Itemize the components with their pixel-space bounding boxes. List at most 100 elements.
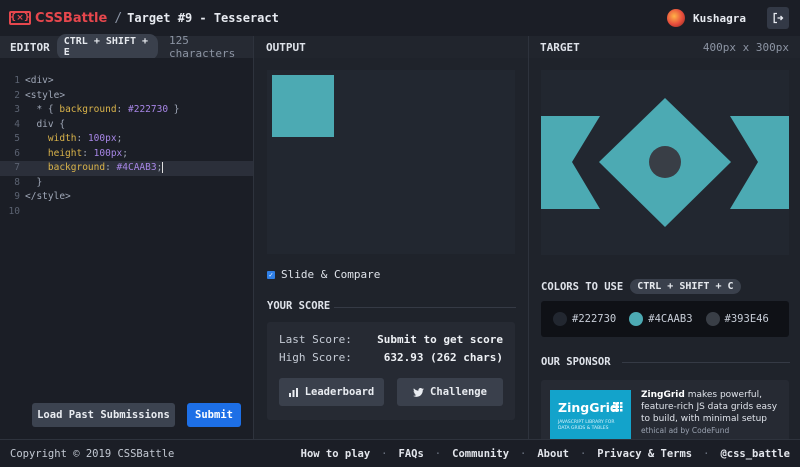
code-token: 100px: [93, 147, 123, 159]
code-token: :: [105, 162, 117, 173]
code-line[interactable]: 8 }: [0, 176, 253, 191]
target-preview: [541, 70, 789, 255]
code-token: #222730: [128, 104, 169, 115]
code-line[interactable]: 4 div {: [0, 118, 253, 133]
color-swatch: [629, 312, 644, 326]
code-token: ;: [122, 147, 129, 159]
title-separator: /: [114, 10, 123, 26]
logout-icon: [773, 12, 784, 24]
page-title: Target #9 - Tesseract: [127, 11, 279, 25]
high-score-label: High Score:: [279, 351, 352, 364]
divider: [334, 307, 516, 308]
avatar: [667, 9, 686, 27]
code-token: background: [47, 162, 106, 173]
text-cursor: [162, 162, 164, 173]
sponsor-card[interactable]: ZingGrid JAVASCRIPT LIBRARY FOR DATA GRI…: [541, 380, 789, 439]
submit-button[interactable]: Submit: [187, 403, 241, 427]
code-token: #4CAAB3: [116, 162, 157, 173]
color-swatch-item[interactable]: #4CAAB3: [629, 312, 693, 326]
divider: [622, 362, 790, 363]
bar-chart-icon: [288, 387, 299, 397]
load-past-submissions-button[interactable]: Load Past Submissions: [32, 403, 175, 427]
colors-shortcut-badge: CTRL + SHIFT + C: [630, 279, 741, 294]
editor-header: EDITOR CTRL + SHIFT + E 125 characters: [0, 34, 253, 60]
color-swatch-item[interactable]: #222730: [553, 312, 616, 326]
colors-title-label: COLORS TO USE: [541, 280, 624, 293]
line-number: 10: [8, 205, 20, 217]
sponsor-name[interactable]: ZingGrid: [641, 390, 685, 400]
sponsor-title: OUR SPONSOR: [541, 356, 611, 368]
target-title: TARGET: [540, 40, 580, 54]
target-circle: [649, 146, 681, 178]
code-token: height: [47, 147, 83, 159]
leaderboard-label: Leaderboard: [304, 386, 375, 398]
color-swatch-label: #222730: [572, 313, 617, 325]
code-line[interactable]: 5 width: 100px;: [0, 132, 253, 147]
code-line[interactable]: 1 <div>: [0, 74, 253, 89]
code-line[interactable]: 10: [0, 205, 253, 220]
footer-link-community[interactable]: Community: [452, 448, 509, 460]
logo-text: CSSBattle: [35, 10, 108, 26]
footer-separator: ·: [381, 447, 388, 460]
code-token: }: [168, 104, 180, 115]
code-line[interactable]: 7 background: #4CAAB3;: [0, 161, 253, 176]
code-line[interactable]: 3 * { background: #222730 }: [0, 103, 253, 118]
user-menu[interactable]: Kushagra: [667, 9, 746, 27]
logout-button[interactable]: [767, 7, 789, 29]
code-token: div {: [36, 118, 66, 130]
leaderboard-button[interactable]: Leaderboard: [279, 378, 384, 406]
color-swatch: [705, 312, 720, 326]
code-line[interactable]: 2 <style>: [0, 89, 253, 104]
code-token: :: [116, 104, 128, 115]
copyright: Copyright © 2019 CSSBattle: [10, 447, 175, 460]
output-preview[interactable]: [267, 70, 515, 254]
sponsor-logo-text: ZingGrid: [558, 400, 619, 415]
slide-compare-label: Slide & Compare: [281, 268, 381, 281]
slide-compare-toggle[interactable]: ✓ Slide & Compare: [267, 268, 380, 281]
line-number: 6: [14, 147, 20, 159]
footer-link-about[interactable]: About: [537, 448, 569, 460]
footer-link-how-to-play[interactable]: How to play: [301, 448, 371, 460]
footer-link-faqs[interactable]: FAQs: [399, 448, 424, 460]
cssbattle-logo[interactable]: {×} CSSBattle: [9, 11, 107, 26]
footer-link-privacy-terms[interactable]: Privacy & Terms: [597, 448, 692, 460]
output-header: OUTPUT: [254, 36, 528, 58]
sponsor-banner-subtitle: JAVASCRIPT LIBRARY FOR DATA GRIDS & TABL…: [558, 420, 615, 431]
score-card: Last Score: Submit to get score High Sco…: [267, 322, 515, 420]
grid-icon: [613, 402, 623, 412]
code-token: 100px: [87, 133, 117, 144]
sponsor-banner[interactable]: ZingGrid JAVASCRIPT LIBRARY FOR DATA GRI…: [550, 390, 631, 439]
code-token: </style>: [25, 191, 71, 202]
code-token: * {: [36, 104, 60, 115]
code-token: background: [59, 104, 117, 115]
editor-shortcut-badge: CTRL + SHIFT + E: [56, 34, 159, 60]
slide-compare-checkbox[interactable]: ✓: [267, 270, 275, 279]
line-number: 7: [14, 162, 20, 173]
code-line[interactable]: 6 height: 100px;: [0, 147, 253, 162]
line-number: 3: [14, 104, 20, 115]
line-number: 1: [14, 75, 20, 86]
high-score-row: High Score: 632.93 (262 chars): [279, 351, 503, 364]
code-line[interactable]: 9 </style>: [0, 190, 253, 205]
code-token: <style>: [25, 89, 66, 101]
footer-separator: ·: [703, 447, 710, 460]
footer-links: How to play · FAQs · Community · About ·…: [301, 448, 790, 460]
footer-separator: ·: [434, 447, 442, 460]
footer-link-twitter[interactable]: @css_battle: [720, 448, 790, 460]
challenge-button[interactable]: Challenge: [397, 378, 503, 406]
color-swatch-label: #393E46: [724, 313, 769, 325]
code-token: <div>: [25, 75, 54, 86]
footer-separator: ·: [579, 447, 587, 460]
color-swatch: [553, 312, 567, 326]
color-swatch-label: #4CAAB3: [648, 313, 693, 325]
output-square: [272, 75, 334, 137]
color-swatch-item[interactable]: #393E46: [705, 312, 769, 326]
footer: Copyright © 2019 CSSBattle How to play ·…: [0, 439, 800, 467]
code-editor[interactable]: 1 <div> 2 <style> 3 * { background: #222730 …: [0, 58, 253, 439]
code-token: :: [76, 133, 88, 144]
ethical-ad-note[interactable]: ethical ad by CodeFund: [641, 426, 729, 435]
